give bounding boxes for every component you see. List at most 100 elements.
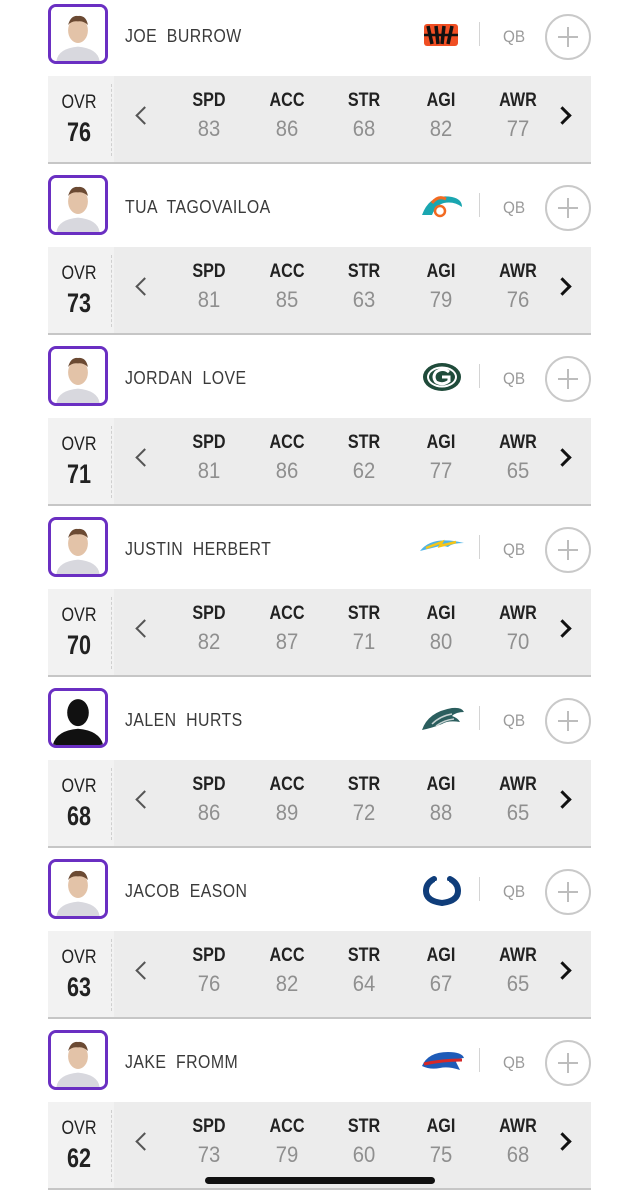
player-avatar[interactable] [48,688,108,748]
chevron-right-icon[interactable] [553,277,572,296]
player-position: QB [503,711,526,730]
stat-agi: AGI 75 [411,1116,471,1168]
chevron-right-icon[interactable] [553,619,572,638]
stat-value: 76 [506,287,530,312]
player-card[interactable]: JOE BURROW QB OVR 76 SPD 83 ACC 86 STR 6… [0,0,639,167]
stat-value: 82 [197,629,221,654]
stat-label: AGI [426,432,456,453]
header-divider [479,22,480,46]
chevron-right-icon[interactable] [553,106,572,125]
stat-label: ACC [269,1116,305,1137]
stat-label: AGI [426,261,456,282]
player-name[interactable]: JORDAN LOVE [125,368,246,389]
stat-value: 83 [197,116,221,141]
stat-str: STR 60 [334,1116,394,1168]
dashed-divider [111,597,112,669]
home-indicator[interactable] [205,1177,435,1184]
chevron-left-icon[interactable] [135,277,154,296]
ovr-value: 71 [66,459,92,489]
chevron-left-icon[interactable] [135,448,154,467]
add-player-button[interactable] [545,698,591,744]
chevron-right-icon[interactable] [553,961,572,980]
ovr-box: OVR 76 [48,76,110,162]
player-header: JORDAN LOVE QB [0,338,639,418]
chevron-left-icon[interactable] [135,961,154,980]
chevron-right-icon[interactable] [553,448,572,467]
player-card[interactable]: JORDAN LOVE QB OVR 71 SPD 81 ACC 86 STR … [0,338,639,509]
player-card[interactable]: JALEN HURTS QB OVR 68 SPD 86 ACC 89 STR … [0,680,639,851]
stat-spd: SPD 86 [179,774,239,826]
player-position: QB [503,27,526,46]
stat-value: 68 [352,116,376,141]
stat-value: 64 [352,971,376,996]
stat-value: 80 [429,629,453,654]
stat-label: SPD [192,774,226,795]
add-player-button[interactable] [545,1040,591,1086]
player-header: TUA TAGOVAILOA QB [0,167,639,247]
dashed-divider [111,939,112,1011]
stat-agi: AGI 80 [411,603,471,655]
ovr-box: OVR 73 [48,247,110,333]
stat-acc: ACC 82 [257,945,317,997]
add-player-button[interactable] [545,356,591,402]
player-avatar[interactable] [48,175,108,235]
player-avatar[interactable] [48,859,108,919]
stat-spd: SPD 76 [179,945,239,997]
player-name[interactable]: JAKE FROMM [125,1052,238,1073]
dashed-divider [111,1110,112,1182]
stat-label: STR [347,945,381,966]
player-name[interactable]: JACOB EASON [125,881,247,902]
player-list: JOE BURROW QB OVR 76 SPD 83 ACC 86 STR 6… [0,0,639,1193]
dashed-divider [111,768,112,840]
stat-label: STR [347,774,381,795]
stat-label: AGI [426,1116,456,1137]
player-name[interactable]: JOE BURROW [125,26,242,47]
player-header: JUSTIN HERBERT QB [0,509,639,589]
stat-label: SPD [192,1116,226,1137]
player-name[interactable]: TUA TAGOVAILOA [125,197,271,218]
stat-value: 76 [197,971,221,996]
stat-label: SPD [192,945,226,966]
chevron-left-icon[interactable] [135,619,154,638]
player-name[interactable]: JUSTIN HERBERT [125,539,271,560]
player-avatar[interactable] [48,346,108,406]
player-header: JOE BURROW QB [0,0,639,76]
ovr-box: OVR 70 [48,589,110,675]
add-player-button[interactable] [545,185,591,231]
chevron-left-icon[interactable] [135,790,154,809]
stat-agi: AGI 67 [411,945,471,997]
player-avatar[interactable] [48,4,108,64]
stat-value: 65 [506,458,530,483]
player-stats-row: OVR 63 SPD 76 ACC 82 STR 64 AGI 67 AWR 6… [48,931,591,1019]
chevron-right-icon[interactable] [553,1132,572,1151]
chevron-left-icon[interactable] [135,1132,154,1151]
stat-label: AWR [499,90,537,111]
player-card[interactable]: JUSTIN HERBERT QB OVR 70 SPD 82 ACC 87 S… [0,509,639,680]
player-card[interactable]: TUA TAGOVAILOA QB OVR 73 SPD 81 ACC 85 S… [0,167,639,338]
stat-label: SPD [192,261,226,282]
stat-awr: AWR 65 [488,945,548,997]
chevron-left-icon[interactable] [135,106,154,125]
stat-label: STR [347,90,381,111]
player-card[interactable]: JAKE FROMM QB OVR 62 SPD 73 ACC 79 STR 6… [0,1022,639,1193]
player-avatar[interactable] [48,1030,108,1090]
stat-value: 65 [506,971,530,996]
stat-agi: AGI 77 [411,432,471,484]
player-name[interactable]: JALEN HURTS [125,710,243,731]
add-player-button[interactable] [545,527,591,573]
add-player-button[interactable] [545,14,591,60]
stat-value: 77 [429,458,453,483]
stat-label: AWR [499,603,537,624]
stat-str: STR 63 [334,261,394,313]
player-stats-row: OVR 70 SPD 82 ACC 87 STR 71 AGI 80 AWR 7… [48,589,591,677]
stat-label: STR [347,603,381,624]
player-position: QB [503,882,526,901]
chevron-right-icon[interactable] [553,790,572,809]
stat-value: 81 [197,287,221,312]
dolphins-logo [418,189,466,223]
player-card[interactable]: JACOB EASON QB OVR 63 SPD 76 ACC 82 STR … [0,851,639,1022]
stat-value: 65 [506,800,530,825]
player-avatar[interactable] [48,517,108,577]
add-player-button[interactable] [545,869,591,915]
ovr-box: OVR 63 [48,931,110,1017]
